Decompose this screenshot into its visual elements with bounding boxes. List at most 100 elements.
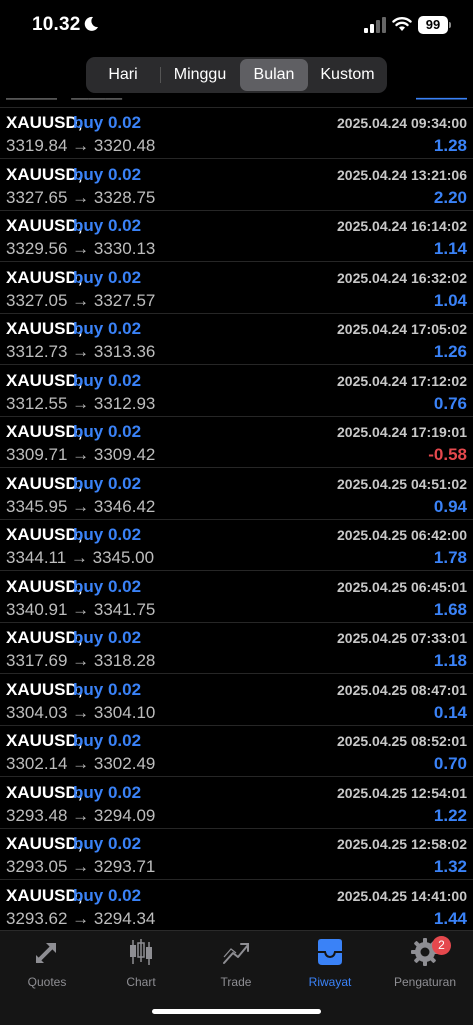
- trade-prices: 3304.03 → 3304.10: [6, 702, 156, 722]
- partial-row-text: ——— ———: [6, 96, 123, 107]
- trade-row[interactable]: XAUUSD, buy 0.02 2025.04.24 17:19:01 330…: [0, 417, 473, 468]
- tab-pengaturan[interactable]: 2 Pengaturan: [378, 936, 472, 993]
- tab-label: Quotes: [27, 975, 67, 989]
- trade-symbol: XAUUSD,: [6, 113, 83, 132]
- trade-row[interactable]: XAUUSD, buy 0.02 2025.04.25 12:58:02 329…: [0, 829, 473, 880]
- trade-symbol: XAUUSD,: [6, 628, 83, 647]
- trade-datetime: 2025.04.24 09:34:00: [337, 115, 467, 131]
- trade-row[interactable]: XAUUSD, buy 0.02 2025.04.25 14:41:00 329…: [0, 881, 473, 931]
- trade-row[interactable]: XAUUSD, buy 0.02 2025.04.25 04:51:02 334…: [0, 469, 473, 520]
- trade-row[interactable]: XAUUSD, buy 0.02 2025.04.24 17:05:02 331…: [0, 314, 473, 365]
- trade-row[interactable]: XAUUSD, buy 0.02 2025.04.25 06:45:01 334…: [0, 572, 473, 623]
- trade-row[interactable]: XAUUSD, buy 0.02 2025.04.24 16:14:02 332…: [0, 211, 473, 262]
- trade-side: buy 0.02: [73, 267, 142, 287]
- trade-row[interactable]: XAUUSD, buy 0.02 2025.04.25 06:42:00 334…: [0, 520, 473, 571]
- trade-datetime: 2025.04.25 06:42:00: [337, 527, 467, 543]
- trade-prices: 3312.73 → 3313.36: [6, 342, 156, 361]
- trade-prices: 3329.56 → 3330.13: [6, 239, 156, 258]
- trade-profit: 0.70: [433, 754, 467, 773]
- trade-row[interactable]: XAUUSD, buy 0.02 2025.04.25 08:47:01 330…: [0, 675, 473, 726]
- trade-profit: 0.94: [433, 496, 467, 516]
- trade-symbol: XAUUSD,: [6, 370, 83, 390]
- trade-symbol: XAUUSD,: [6, 164, 83, 184]
- trade-row[interactable]: XAUUSD, buy 0.02 2025.04.24 17:12:02 331…: [0, 366, 473, 417]
- trade-datetime: 2025.04.24 13:21:06: [337, 166, 467, 183]
- trade-row[interactable]: XAUUSD, buy 0.02 2025.04.24 16:32:02 332…: [0, 263, 473, 314]
- trade-symbol: XAUUSD,: [6, 473, 83, 493]
- partial-row-value: ———: [416, 96, 467, 107]
- trade-datetime: 2025.04.24 16:32:02: [337, 269, 467, 286]
- tab-hari[interactable]: Hari: [88, 59, 158, 91]
- trade-symbol: XAUUSD,: [6, 885, 83, 905]
- tab-trade[interactable]: Trade: [189, 937, 283, 993]
- trade-symbol: XAUUSD,: [6, 525, 83, 544]
- trade-row[interactable]: XAUUSD, buy 0.02 2025.04.25 12:54:01 329…: [0, 778, 473, 829]
- trade-prices: 3302.14 → 3302.49: [6, 754, 156, 773]
- trade-side: buy 0.02: [73, 834, 142, 853]
- trade-profit: 1.44: [433, 908, 467, 928]
- trade-prices: 3327.65 → 3328.75: [6, 187, 156, 207]
- tab-kustom[interactable]: Kustom: [310, 59, 385, 91]
- battery-tip: [449, 22, 451, 28]
- trade-side: buy 0.02: [73, 319, 142, 338]
- trade-row[interactable]: XAUUSD, buy 0.02 2025.04.24 13:21:06 332…: [0, 160, 473, 211]
- trade-symbol: XAUUSD,: [6, 319, 83, 338]
- trade-datetime: 2025.04.25 07:33:01: [337, 630, 467, 646]
- trade-symbol: XAUUSD,: [6, 782, 83, 802]
- trade-profit: 1.32: [433, 857, 467, 876]
- trade-prices: 3327.05 → 3327.57: [6, 290, 156, 310]
- battery-indicator: 99: [418, 16, 448, 34]
- trade-side: buy 0.02: [73, 885, 142, 905]
- trade-row[interactable]: XAUUSD, buy 0.02 2025.04.25 08:52:01 330…: [0, 726, 473, 777]
- status-bar: 10.32 99: [0, 0, 473, 52]
- trade-prices: 3345.95 → 3346.42: [6, 496, 156, 516]
- tab-label: Pengaturan: [393, 975, 457, 989]
- trade-datetime: 2025.04.25 08:52:01: [337, 733, 467, 749]
- trade-profit: 1.28: [433, 136, 467, 155]
- trade-symbol: XAUUSD,: [6, 422, 83, 441]
- trade-profit: 1.26: [433, 342, 467, 361]
- trade-datetime: 2025.04.25 12:58:02: [337, 836, 467, 852]
- tab-minggu[interactable]: Minggu: [162, 59, 238, 91]
- trade-row[interactable]: XAUUSD, buy 0.02 2025.04.25 07:33:01 331…: [0, 623, 473, 674]
- trade-profit: 1.18: [433, 651, 467, 670]
- trade-profit: 1.22: [433, 805, 467, 825]
- tab-riwayat[interactable]: Riwayat: [283, 937, 377, 993]
- tab-chart[interactable]: Chart: [94, 937, 188, 993]
- trade-symbol: XAUUSD,: [6, 731, 83, 750]
- trade-datetime: 2025.04.25 06:45:01: [337, 578, 467, 595]
- trade-symbol: XAUUSD,: [6, 834, 83, 853]
- tab-quotes[interactable]: Quotes: [0, 937, 94, 993]
- trade-prices: 3293.48 → 3294.09: [6, 805, 156, 825]
- tab-label: Riwayat: [308, 975, 352, 989]
- trade-side: buy 0.02: [73, 113, 142, 132]
- trade-profit: 2.20: [433, 187, 467, 207]
- tab-bulan[interactable]: Bulan: [240, 59, 308, 91]
- trade-side: buy 0.02: [73, 422, 142, 441]
- trade-profit: 1.04: [433, 290, 467, 310]
- trade-side: buy 0.02: [73, 628, 142, 647]
- trade-profit: 1.68: [433, 599, 467, 619]
- segment-divider: [160, 67, 161, 83]
- status-time: 10.32: [32, 14, 81, 35]
- trade-side: buy 0.02: [73, 782, 142, 802]
- trade-prices: 3293.62 → 3294.34: [6, 908, 156, 928]
- trade-prices: 3319.84 → 3320.48: [6, 136, 156, 155]
- trade-row[interactable]: XAUUSD, buy 0.02 2025.04.24 09:34:00 331…: [0, 108, 473, 159]
- trade-symbol: XAUUSD,: [6, 576, 83, 596]
- trade-history-list[interactable]: ——— ——— ——— XAUUSD, buy 0.02 2025.04.24 …: [0, 96, 473, 930]
- trade-prices: 3317.69 → 3318.28: [6, 651, 156, 670]
- quotes-icon: [36, 943, 56, 963]
- tab-label: Chart: [126, 975, 156, 989]
- trade-side: buy 0.02: [73, 164, 142, 184]
- trade-datetime: 2025.04.24 17:19:01: [337, 424, 467, 440]
- trade-datetime: 2025.04.24 16:14:02: [337, 218, 467, 234]
- history-icon: [318, 939, 342, 965]
- trade-datetime: 2025.04.25 14:41:00: [337, 887, 467, 904]
- trade-prices: 3309.71 → 3309.42: [6, 445, 156, 464]
- trade-profit: 0.14: [433, 702, 467, 722]
- trade-datetime: 2025.04.24 17:12:02: [337, 372, 467, 389]
- trade-side: buy 0.02: [73, 473, 142, 493]
- trade-side: buy 0.02: [73, 576, 142, 596]
- trade-datetime: 2025.04.24 17:05:02: [337, 321, 467, 337]
